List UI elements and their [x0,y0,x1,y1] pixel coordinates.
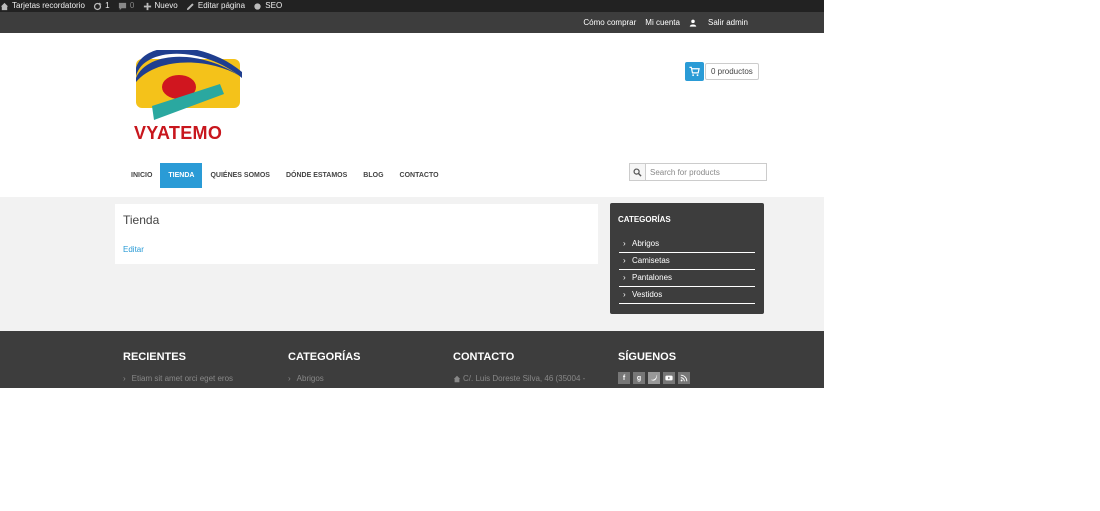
home-icon [453,375,461,382]
user-icon [689,19,697,27]
footer-address: C/. Luis Doreste Silva, 46 (35004 - [453,374,585,383]
top-bar: Cómo comprar Mi cuenta Salir admin [0,12,824,33]
footer-recent-title: RECIENTES [123,351,186,363]
admin-comments[interactable]: 0 [118,0,134,12]
twitter-icon[interactable] [648,372,660,384]
twitter-bird-icon [650,375,658,381]
rss-icon[interactable] [678,372,690,384]
chevron-right-icon: › [623,239,626,248]
play-icon [665,375,673,381]
page-title: Tienda [123,213,160,227]
footer-follow: SÍGUENOS f g [618,351,693,384]
my-account-link[interactable]: Mi cuenta [645,18,680,27]
chevron-right-icon: › [623,256,626,265]
product-search [629,163,767,181]
category-item-vestidos[interactable]: › Vestidos [619,287,755,304]
logo-graphic-icon [136,47,242,120]
social-icons: f g [618,372,693,384]
comment-icon [118,2,126,10]
nav-tienda[interactable]: TIENDA [160,163,203,188]
main-content: Tienda Editar [115,204,598,264]
refresh-icon [94,1,102,10]
nav-quienes-somos[interactable]: QUIÉNES SOMOS [202,163,278,188]
page: Tarjetas recordatorio 1 0 Nuevo Editar p… [0,0,824,388]
footer-category-item[interactable]: › Abrigos [288,374,361,383]
site-logo[interactable]: VYATEMO [134,47,246,143]
footer-contact: CONTACTO C/. Luis Doreste Silva, 46 (350… [453,351,585,383]
nav-donde-estamos[interactable]: DÓNDE ESTAMOS [278,163,355,188]
search-input[interactable] [646,164,764,180]
home-icon [0,2,9,10]
category-item-abrigos[interactable]: › Abrigos [619,236,755,253]
facebook-icon[interactable]: f [618,372,630,384]
search-icon [633,167,642,177]
admin-site-link[interactable]: Tarjetas recordatorio [0,0,85,12]
chevron-right-icon: › [623,290,626,299]
nav-blog[interactable]: BLOG [355,163,391,188]
chevron-right-icon: › [623,273,626,282]
how-to-buy-link[interactable]: Cómo comprar [583,18,636,27]
cart-widget[interactable]: 0 productos [685,62,759,81]
plus-icon [143,2,151,10]
seo-circle-icon [254,2,261,10]
admin-updates[interactable]: 1 [93,0,110,12]
chevron-right-icon: › [123,374,126,383]
nav-contacto[interactable]: CONTACTO [392,163,447,188]
search-button[interactable] [630,164,646,180]
admin-edit-page[interactable]: Editar página [186,0,245,12]
categories-title: CATEGORÍAS [618,215,671,224]
footer-contact-title: CONTACTO [453,351,515,363]
cart-icon [689,66,700,77]
category-item-camisetas[interactable]: › Camisetas [619,253,755,270]
admin-new[interactable]: Nuevo [143,0,178,12]
footer-categories-title: CATEGORÍAS [288,351,361,363]
chevron-right-icon: › [288,374,291,383]
youtube-icon[interactable] [663,372,675,384]
admin-seo[interactable]: SEO [253,0,282,12]
rss-feed-icon [680,374,688,382]
edit-link[interactable]: Editar [123,245,144,254]
logo-text: VYATEMO [134,123,223,143]
footer: RECIENTES › Etiam sit amet orci eget eros… [0,331,824,388]
cart-count[interactable]: 0 productos [705,63,759,80]
logout-link[interactable]: Salir admin [689,18,748,27]
pencil-icon [186,2,194,10]
footer-categories: CATEGORÍAS › Abrigos [288,351,361,383]
footer-follow-title: SÍGUENOS [618,351,677,363]
nav-inicio[interactable]: INICIO [123,163,160,188]
category-item-pantalones[interactable]: › Pantalones [619,270,755,287]
main-nav: INICIO TIENDA QUIÉNES SOMOS DÓNDE ESTAMO… [123,163,447,188]
cart-button[interactable] [685,62,704,81]
google-plus-icon[interactable]: g [633,372,645,384]
footer-recent: RECIENTES › Etiam sit amet orci eget eros [123,351,233,383]
categories-list: › Abrigos › Camisetas › Pantalones › Vestido… [619,236,755,304]
categories-widget: CATEGORÍAS › Abrigos › Camisetas › Pantalon… [610,203,764,314]
top-links: Cómo comprar Mi cuenta Salir admin [574,12,748,33]
footer-recent-item[interactable]: › Etiam sit amet orci eget eros [123,374,233,383]
admin-bar: Tarjetas recordatorio 1 0 Nuevo Editar p… [0,0,824,12]
